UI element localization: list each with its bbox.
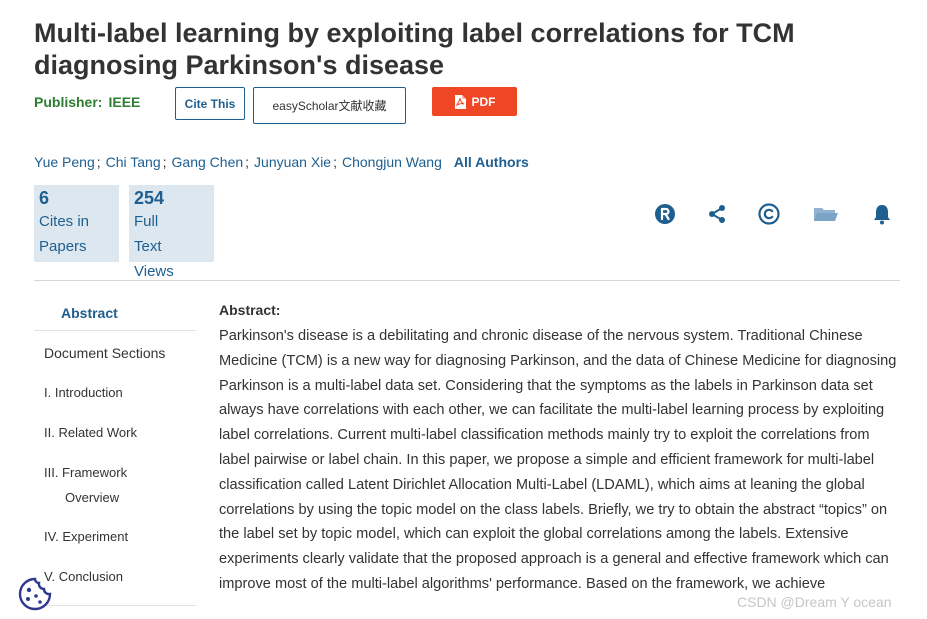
author-separator: ; xyxy=(245,154,250,170)
sidebar-item-introduction[interactable]: I. Introduction xyxy=(44,380,123,405)
metric-value: 6 xyxy=(39,188,50,208)
publisher-value: IEEE xyxy=(108,94,141,110)
abstract-section: Abstract: Parkinson's disease is a debil… xyxy=(219,302,899,597)
sidebar-item-framework-overview[interactable]: III. Framework Overview xyxy=(44,460,127,510)
metric-label-line: Views xyxy=(134,263,174,280)
author-separator: ; xyxy=(162,154,167,170)
bell-icon[interactable] xyxy=(870,202,894,226)
pdf-file-icon xyxy=(454,94,466,109)
sidebar-item-label: V. Conclusion xyxy=(44,569,124,584)
sidebar-item-experiment[interactable]: IV. Experiment xyxy=(44,524,128,549)
cookie-settings-icon[interactable] xyxy=(18,577,52,611)
metric-label-line: Text xyxy=(134,238,162,255)
author-list: Yue Peng; Chi Tang; Gang Chen; Junyuan Xie;… xyxy=(34,154,529,170)
sidebar-item-related-work[interactable]: II. Related Work xyxy=(44,420,137,445)
publisher: Publisher: IEEE xyxy=(34,94,140,110)
sidebar-item-label: I. Introduction xyxy=(44,385,123,400)
abstract-heading: Abstract: xyxy=(219,302,281,318)
author-link[interactable]: Yue Peng xyxy=(34,154,95,170)
share-icon[interactable] xyxy=(705,202,729,226)
abstract-text: Parkinson's disease is a debilitating an… xyxy=(219,328,897,592)
easyscholar-button[interactable]: easyScholar文献收藏 xyxy=(253,87,406,124)
author-link[interactable]: Chongjun Wang xyxy=(342,154,442,170)
author-separator: ; xyxy=(96,154,101,170)
pdf-button-label: PDF xyxy=(471,94,496,109)
watermark: CSDN @Dream Y ocean xyxy=(737,594,892,610)
sidebar-item-label: IV. Experiment xyxy=(44,529,129,544)
author-separator: ; xyxy=(333,154,337,170)
pdf-button[interactable]: PDF xyxy=(432,87,517,116)
sidebar-item-label: II. Related Work xyxy=(44,425,137,440)
all-authors-link[interactable]: All Authors xyxy=(454,154,529,170)
rights-icon[interactable] xyxy=(653,202,677,226)
author-link[interactable]: Gang Chen xyxy=(172,154,244,170)
sidebar-item-label: III. Framework xyxy=(44,465,128,480)
copyright-icon[interactable] xyxy=(757,202,781,226)
sidebar-item-abstract[interactable]: Abstract xyxy=(61,305,118,321)
cites-in-papers-metric[interactable]: 6 Cites in Papers xyxy=(34,185,119,262)
full-text-views-metric[interactable]: 254 Full Text Views xyxy=(129,185,214,280)
author-link[interactable]: Chi Tang xyxy=(106,154,161,170)
page: Multi-label learning by exploiting label… xyxy=(0,0,927,619)
sidebar-item-conclusion[interactable]: V. Conclusion xyxy=(44,564,123,589)
cite-this-button[interactable]: Cite This xyxy=(175,87,245,120)
metric-label-line: Cites in xyxy=(39,213,90,230)
header-divider xyxy=(34,280,900,281)
action-toolbar xyxy=(650,202,900,228)
sidebar-divider xyxy=(34,330,196,331)
metric-label-line: Full xyxy=(134,213,159,230)
publisher-label: Publisher: xyxy=(34,94,103,110)
metric-value: 254 xyxy=(134,188,165,208)
sidebar-item-label: Overview xyxy=(65,490,120,505)
sidebar-divider xyxy=(34,605,196,606)
page-title: Multi-label learning by exploiting label… xyxy=(34,18,795,80)
author-link[interactable]: Junyuan Xie xyxy=(254,154,331,170)
folder-icon[interactable] xyxy=(813,202,839,226)
metric-label-line: Papers xyxy=(39,238,87,255)
document-sections-heading: Document Sections xyxy=(44,345,166,361)
